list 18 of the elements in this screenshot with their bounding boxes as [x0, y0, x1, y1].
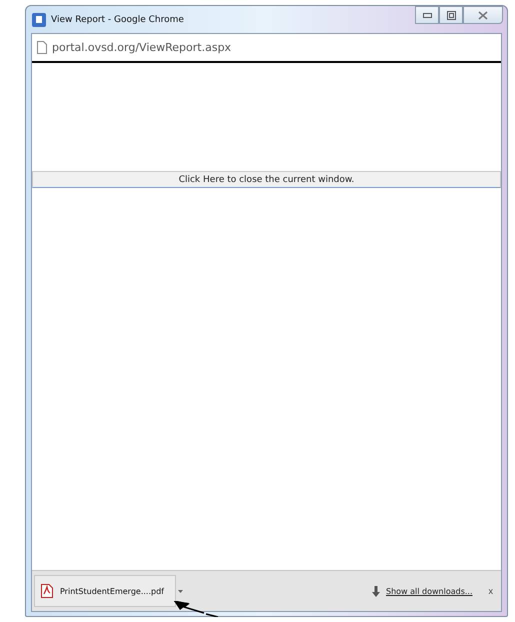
close-window-link[interactable]: Click Here to close the current window.: [32, 171, 501, 188]
minimize-icon: [422, 12, 432, 18]
close-shelf-button[interactable]: x: [484, 586, 497, 596]
minimize-button[interactable]: [415, 6, 439, 24]
pdf-file-icon: [41, 584, 53, 598]
download-icon: [372, 586, 380, 596]
app-icon: [32, 12, 46, 26]
page-icon: [37, 41, 47, 54]
arrow-pointer-icon: [174, 601, 220, 617]
close-icon: [478, 10, 488, 20]
show-all-downloads-link[interactable]: Show all downloads...: [386, 586, 472, 596]
close-button[interactable]: [463, 6, 503, 24]
window-title: View Report - Google Chrome: [51, 14, 184, 24]
maximize-button[interactable]: [439, 6, 463, 24]
download-filename: PrintStudentEmerge....pdf: [60, 586, 164, 596]
address-bar[interactable]: portal.ovsd.org/ViewReport.aspx: [32, 34, 501, 63]
maximize-icon: [446, 10, 456, 20]
caret-icon[interactable]: [178, 590, 183, 592]
